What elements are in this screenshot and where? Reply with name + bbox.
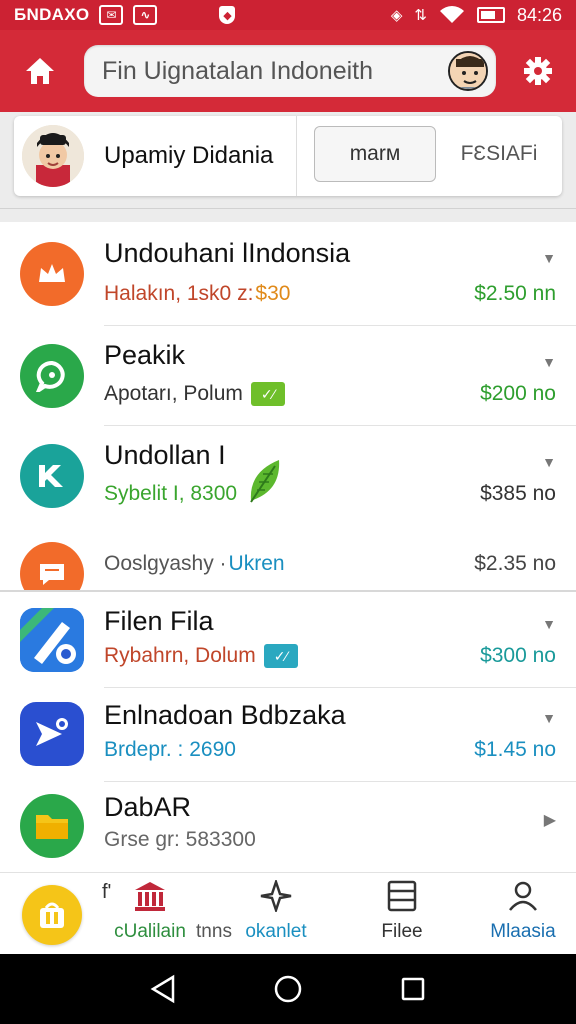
search-bar[interactable]: Fin Uignatalan Indoneith [84,45,496,97]
pen-icon [20,608,84,672]
shop-button[interactable] [22,885,82,945]
list-item[interactable]: Filen Fila Rybahrn, Dolum ✓⁄ ▼ $300 no [0,592,576,688]
primary-action-button[interactable]: marм [314,126,436,182]
back-button[interactable] [143,969,183,1009]
subtitle-accent: Ukren [228,552,285,575]
chevron-right-icon[interactable]: ▶ [544,810,556,830]
list-item-price: $300 no [480,644,556,667]
tab-label: tnns [196,921,232,942]
list-item-title: Enlnadoan Bdbzaka [104,700,346,730]
person-icon [507,879,539,913]
home-system-button[interactable] [268,969,308,1009]
app-bar: Fin Uignatalan Indoneith [0,30,576,112]
list-item-price: $2.35 no [474,552,556,575]
tab-label: Filee [381,921,423,942]
item-list: Undouhani lIndonsia Halakın, 1sk0 z: $30… [0,222,576,872]
profile-avatar[interactable] [22,125,84,187]
message-icon [20,542,84,590]
tab-label: cUalilain [114,921,186,942]
battery-icon [476,7,505,23]
chat-icon [20,344,84,408]
subtitle-text: Rybahrn, Dolum [104,644,256,667]
search-input[interactable]: Fin Uignatalan Indoneith [102,57,448,86]
bank-icon [133,879,167,913]
tab-okanlet[interactable]: okanlet [234,879,318,943]
plane-icon [259,879,293,913]
chevron-down-icon[interactable]: ▼ [542,454,556,470]
list-item-title: Filen Fila [104,606,214,636]
back-icon [150,974,174,1004]
list-item[interactable]: Ooslgyashy · Ukren $2.35 no [0,534,576,590]
recents-icon [402,977,425,1001]
tool-icon [20,444,84,508]
bottom-navigation: f' cUalilain tnns okanlet Filee Mlaasia [0,872,576,954]
profile-card: Upamiy Didania marм FƐSIAFi [14,116,562,196]
crown-icon [20,242,84,306]
chevron-down-icon[interactable]: ▼ [542,616,556,632]
leaf-icon [250,460,280,503]
list-item-title: DabAR [104,792,192,822]
folder-icon [20,794,84,858]
subtitle-text: Apotarı, Polum [104,382,243,405]
avatar[interactable] [448,51,488,91]
subtitle-text: Halakın, 1sk0 z: [104,282,254,305]
list-item-subtitle: Brdepr. : 2690 [104,738,236,762]
status-bar: БNDAXO ✉ ∿ ◆ ◈ ⇅ 84:26 [0,0,576,30]
list-icon [387,879,417,913]
list-item-price: $200 no [480,382,556,405]
list-item[interactable]: DabAR Grse gr: 583300 ▶ [0,782,576,872]
settings-button[interactable] [518,51,558,91]
list-item-subtitle: Apotarı, Polum ✓⁄ [104,382,285,406]
list-item-title: Peakik [104,340,186,370]
profile-name: Upamiy Didania [104,142,274,169]
list-item-title: Undouhani lIndonsia [104,238,351,268]
subtitle-text: Brdepr. : 2690 [104,738,236,761]
list-item-subtitle: Halakın, 1sk0 z: $30 [104,282,290,306]
carrier-label: БNDAXO [14,5,90,24]
divider [0,208,576,209]
check-badge-icon: ✓⁄ [263,644,298,668]
list-item[interactable]: Enlnadoan Bdbzaka Brdepr. : 2690 ▼ $1.45… [0,688,576,782]
wifi-icon [439,6,464,24]
shield-icon: ◆ [219,6,236,24]
secondary-action-button[interactable]: FƐSIAFi [444,126,554,182]
list-item-title: Undollan I [104,440,226,470]
home-icon [26,58,54,84]
shop-icon [40,902,64,928]
chevron-down-icon[interactable]: ▼ [542,710,556,726]
system-navigation [0,954,576,1024]
subtitle-accent: $30 [255,282,291,305]
vibrate-icon: ◈ [390,7,403,24]
tab-label: Mlaasia [490,921,556,942]
subtitle-text: Grse gr: 583300 [104,828,256,851]
check-badge-icon: ✓⁄ [250,382,285,406]
chevron-down-icon[interactable]: ▼ [542,354,556,370]
recents-button[interactable] [393,969,433,1009]
list-item[interactable]: Undouhani lIndonsia Halakın, 1sk0 z: $30… [0,222,576,326]
tab-label: okanlet [245,921,307,942]
list-item-subtitle: Rybahrn, Dolum ✓⁄ [104,644,298,668]
data-icon: ⇅ [414,7,427,24]
list-item[interactable]: Undollan I Sybelit I, 8300 ▼ $385 no [0,426,576,534]
clock: 84:26 [516,4,562,25]
subtitle-text: Ooslgyashy · [104,552,227,575]
list-item-subtitle: Ooslgyashy · Ukren [104,552,285,576]
list-item-price: $2.50 nn [474,282,556,305]
divider [296,116,297,196]
home-button[interactable] [18,49,62,93]
home-circle-icon [274,975,302,1003]
list-item-subtitle: Grse gr: 583300 [104,828,256,852]
list-item-subtitle: Sybelit I, 8300 [104,460,283,506]
mail-icon: ✉ [99,5,124,25]
tab-files[interactable]: Filee [366,879,438,943]
gear-icon [524,57,552,85]
list-item-price: $385 no [480,482,556,505]
list-item[interactable]: Peakik Apotarı, Polum ✓⁄ ▼ $200 no [0,326,576,426]
subtitle-text: Sybelit I, 8300 [104,482,238,505]
send-icon [20,702,84,766]
graph-icon: ∿ [133,5,158,25]
chevron-down-icon[interactable]: ▼ [542,250,556,266]
list-item-price: $1.45 no [474,738,556,761]
tab-profile[interactable]: Mlaasia [476,879,570,943]
